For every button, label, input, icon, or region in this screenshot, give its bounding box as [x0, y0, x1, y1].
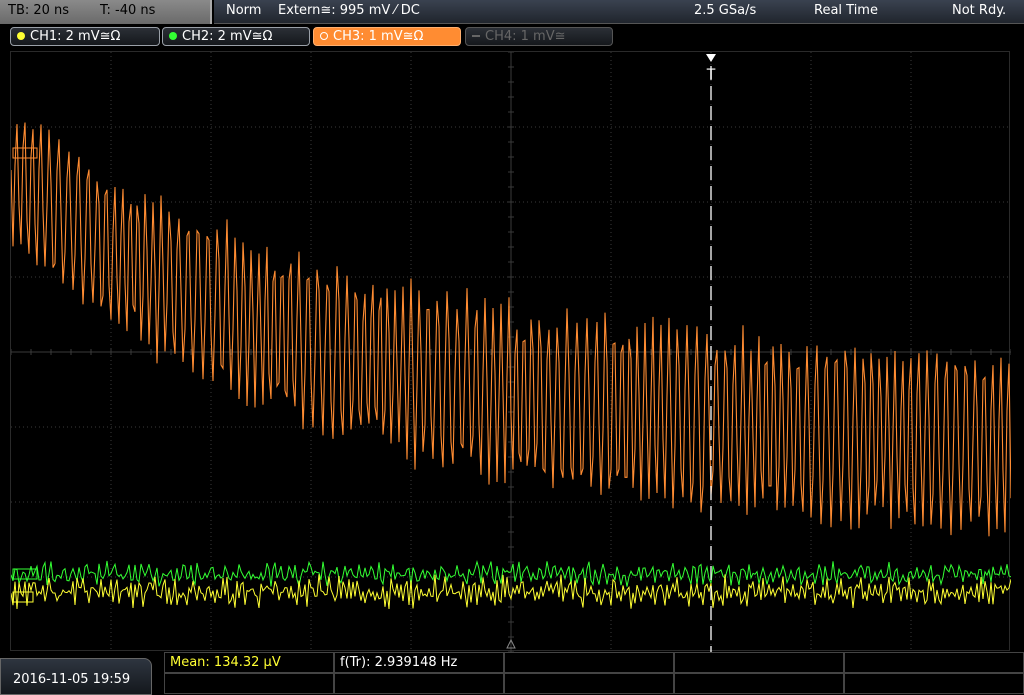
channel-2-indicator-icon: [169, 32, 177, 40]
channel-2-tab[interactable]: CH2: 2 mV≅Ω: [162, 27, 310, 46]
measurement-slot-empty[interactable]: [674, 652, 844, 673]
top-status-bar: TB: 20 ns T: -40 ns Norm Extern≅: 995 mV…: [0, 0, 1024, 24]
measurement-slot-empty[interactable]: [164, 673, 334, 694]
datetime-text: 2016-11-05 19:59: [13, 672, 131, 687]
channel-1-label: CH1: 2 mV≅Ω: [30, 29, 121, 44]
datetime-box: 2016-11-05 19:59: [0, 658, 152, 695]
channel-3-indicator-icon: [320, 32, 328, 40]
acquisition-status-strip[interactable]: Norm Extern≅: 995 mV ⁄ DC 2.5 GSa/s Real…: [214, 0, 1024, 24]
oscilloscope-screen: TB: 20 ns T: -40 ns Norm Extern≅: 995 mV…: [0, 0, 1024, 695]
channel-1-indicator-icon: [17, 32, 25, 40]
timebase-box[interactable]: TB: 20 ns T: -40 ns: [0, 0, 212, 24]
measurement-frequency[interactable]: f(Tr): 2.939148 Hz: [334, 652, 504, 673]
channel-1-tab[interactable]: CH1: 2 mV≅Ω: [10, 27, 160, 46]
channel-4-off-icon: [472, 32, 480, 37]
channel-2-label: CH2: 2 mV≅Ω: [182, 29, 273, 44]
trigger-arrow-icon: [706, 54, 716, 62]
trigger-position-value: T: -40 ns: [100, 3, 156, 18]
measurement-table[interactable]: Mean: 134.32 µV f(Tr): 2.939148 Hz: [164, 652, 1024, 695]
measurement-slot-empty[interactable]: [674, 673, 844, 694]
sample-rate: 2.5 GSa/s: [694, 3, 757, 18]
acquisition-mode: Real Time: [814, 3, 878, 18]
bottom-bar: 2016-11-05 19:59 Mean: 134.32 µV f(Tr): …: [0, 652, 1024, 695]
channel-4-tab[interactable]: CH4: 1 mV≅: [465, 27, 613, 46]
measurement-slot-empty[interactable]: [504, 652, 674, 673]
measurement-slot-empty[interactable]: [504, 673, 674, 694]
measurement-mean[interactable]: Mean: 134.32 µV: [164, 652, 334, 673]
measurement-slot-empty[interactable]: [334, 673, 504, 694]
run-status: Not Rdy.: [952, 3, 1007, 18]
measurement-slot-empty[interactable]: [844, 673, 1024, 694]
channel-3-label: CH3: 1 mV≅Ω: [333, 29, 424, 44]
channel-3-tab[interactable]: CH3: 1 mV≅Ω: [313, 27, 461, 46]
timebase-value: TB: 20 ns: [8, 3, 70, 18]
trigger-source: Extern≅: 995 mV ⁄ DC: [278, 3, 420, 18]
trigger-marker-label: T: [706, 67, 716, 83]
graticule: [11, 52, 1011, 652]
waveform-display[interactable]: T: [10, 51, 1011, 652]
trigger-mode: Norm: [226, 3, 262, 18]
channel-4-label: CH4: 1 mV≅: [485, 29, 566, 44]
channel-tabs: CH1: 2 mV≅Ω CH2: 2 mV≅Ω CH3: 1 mV≅Ω CH4:…: [0, 26, 1024, 48]
measurement-slot-empty[interactable]: [844, 652, 1024, 673]
waveform-svg: T: [11, 52, 1011, 652]
